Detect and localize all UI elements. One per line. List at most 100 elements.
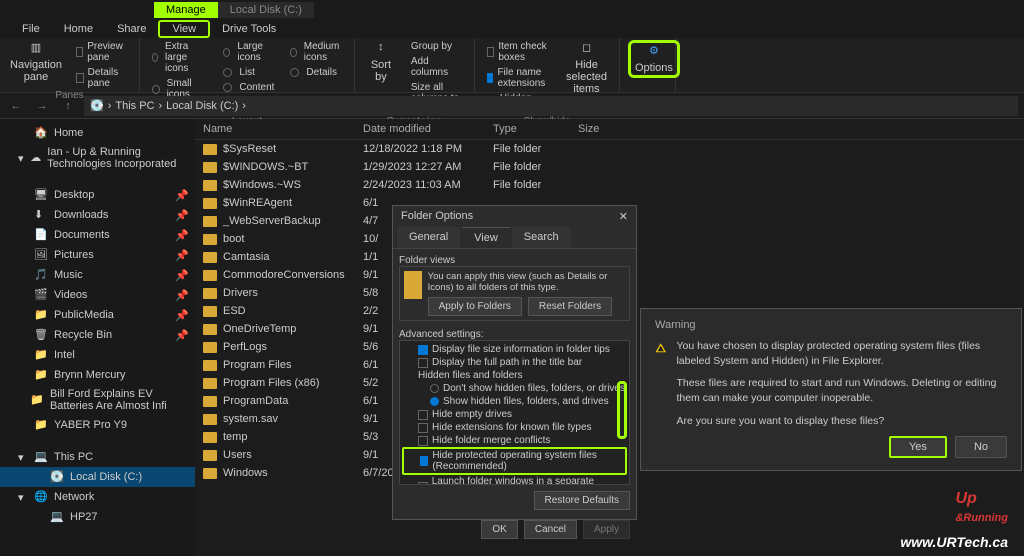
desktop-icon: 🖥 [34,188,48,202]
advanced-option[interactable]: Launch folder windows in a separate proc… [402,475,627,485]
no-button[interactable]: No [955,436,1007,458]
column-type[interactable]: Type [485,119,570,139]
checkbox-icon [418,410,428,420]
apply-to-folders-button[interactable]: Apply to Folders [428,297,522,316]
tree-item[interactable]: 🖥Desktop📌 [0,185,195,205]
checkbox-icon [420,456,428,466]
advanced-option[interactable]: Hide protected operating system files (R… [402,447,627,475]
context-tab-manage[interactable]: Manage [154,2,218,18]
nav-back-button[interactable]: ← [6,96,26,116]
folder-icon [203,144,217,155]
folder-icon [203,342,217,353]
file-row[interactable]: $SysReset12/18/2022 1:18 PMFile folder [195,140,1024,158]
yes-button[interactable]: Yes [889,436,947,458]
tree-item[interactable]: 🗑Recycle Bin📌 [0,325,195,345]
tree-item[interactable]: 💻HP27 [0,507,195,527]
advanced-option[interactable]: Display file size information in folder … [402,343,627,356]
layout-large-icons[interactable]: Large icons [219,40,278,64]
column-name[interactable]: Name [195,119,355,139]
layout-content[interactable]: Content [219,81,278,94]
column-size[interactable]: Size [570,119,630,139]
close-icon[interactable]: ✕ [619,210,628,223]
restore-defaults-button[interactable]: Restore Defaults [534,491,630,510]
nav-up-button[interactable]: ↑ [58,96,78,116]
folder-icon: 📁 [30,393,44,407]
folder-views-label: Folder views [399,255,630,266]
folder-icon: 📁 [34,308,48,322]
cloud-icon: ☁ [30,151,41,165]
tree-item[interactable]: 🖼Pictures📌 [0,245,195,265]
folder-icon [203,306,217,317]
sort-by-button[interactable]: ↕Sort by [363,40,399,84]
tab-file[interactable]: File [10,20,52,38]
tab-share[interactable]: Share [105,20,158,38]
group-by-button[interactable]: Group by [407,40,466,53]
video-icon: 🎬 [34,288,48,302]
tree-item[interactable]: 📁Brynn Mercury [0,365,195,385]
tree-item[interactable]: ▾🌐Network [0,487,195,507]
folder-icon [203,468,217,479]
column-date[interactable]: Date modified [355,119,485,139]
advanced-option[interactable]: Hide folder merge conflicts [402,434,627,447]
item-check-boxes-toggle[interactable]: Item check boxes [483,40,554,64]
tab-view[interactable]: View [462,227,510,248]
nav-pane-icon: ▥ [29,41,43,55]
options-button[interactable]: ⚙ Options [628,40,680,78]
ok-button[interactable]: OK [481,520,517,539]
layout-details[interactable]: Details [286,66,346,79]
tree-item[interactable]: 📄Documents📌 [0,225,195,245]
tree-item[interactable]: 🎬Videos📌 [0,285,195,305]
file-row[interactable]: $Windows.~WS2/24/2023 11:03 AMFile folde… [195,176,1024,194]
tree-item[interactable]: 🎵Music📌 [0,265,195,285]
advanced-settings-tree[interactable]: Display file size information in folder … [399,340,630,485]
tab-search[interactable]: Search [512,227,571,248]
tree-item[interactable]: ⬇Downloads📌 [0,205,195,225]
layout-medium-icons[interactable]: Medium icons [286,40,346,64]
tree-item[interactable]: 📁Bill Ford Explains EV Batteries Are Alm… [0,385,195,415]
layout-xl-icons[interactable]: Extra large icons [148,40,211,75]
advanced-option[interactable]: Hidden files and folders [402,369,627,382]
add-columns-button[interactable]: Add columns [407,55,466,79]
tree-item[interactable]: 📁YABER Pro Y9 [0,415,195,435]
tree-item[interactable]: 🏠Home [0,123,195,143]
navigation-tree[interactable]: 🏠Home▾☁Ian - Up & Running Technologies I… [0,119,195,556]
preview-pane-toggle[interactable]: Preview pane [72,40,131,64]
breadcrumb[interactable]: This PC [115,100,154,112]
folder-icon [203,252,217,263]
address-bar[interactable]: 💽 ›This PC ›Local Disk (C:)› [84,96,1018,116]
folder-views-text: You can apply this view (such as Details… [428,271,625,293]
brand-url: www.URTech.ca [900,534,1008,550]
tree-item[interactable]: ▾💻This PC [0,447,195,467]
tab-home[interactable]: Home [52,20,105,38]
file-extensions-toggle[interactable]: File name extensions [483,66,554,90]
tree-item[interactable]: 📁PublicMedia📌 [0,305,195,325]
net-icon: 🌐 [34,490,48,504]
cancel-button[interactable]: Cancel [524,520,577,539]
details-pane-toggle[interactable]: Details pane [72,66,131,90]
folders-icon [404,271,422,299]
tab-drive-tools[interactable]: Drive Tools [210,20,288,38]
advanced-option[interactable]: Display the full path in the title bar [402,356,627,369]
apply-button[interactable]: Apply [583,520,630,539]
reset-folders-button[interactable]: Reset Folders [528,297,612,316]
folder-icon: 📁 [34,418,48,432]
advanced-option[interactable]: Hide extensions for known file types [402,421,627,434]
folder-icon [203,216,217,227]
download-icon: ⬇ [34,208,48,222]
tab-general[interactable]: General [397,227,460,248]
hide-selected-button[interactable]: ◻Hide selected items [562,40,611,96]
advanced-option[interactable]: Show hidden files, folders, and drives [402,395,627,408]
layout-list[interactable]: List [219,66,278,79]
breadcrumb[interactable]: Local Disk (C:) [166,100,238,112]
nav-forward-button[interactable]: → [32,96,52,116]
tree-item[interactable]: ▾☁Ian - Up & Running Technologies Incorp… [0,143,195,173]
tab-view[interactable]: View [158,20,210,38]
context-title: Local Disk (C:) [218,2,314,18]
navigation-pane-button[interactable]: ▥ Navigation pane [8,40,64,84]
tree-item[interactable]: 💽Local Disk (C:) [0,467,195,487]
advanced-option[interactable]: Hide empty drives [402,408,627,421]
file-row[interactable]: $WINDOWS.~BT1/29/2023 12:27 AMFile folde… [195,158,1024,176]
folder-icon [203,414,217,425]
tree-item[interactable]: 📁Intel [0,345,195,365]
advanced-option[interactable]: Don't show hidden files, folders, or dri… [402,382,627,395]
